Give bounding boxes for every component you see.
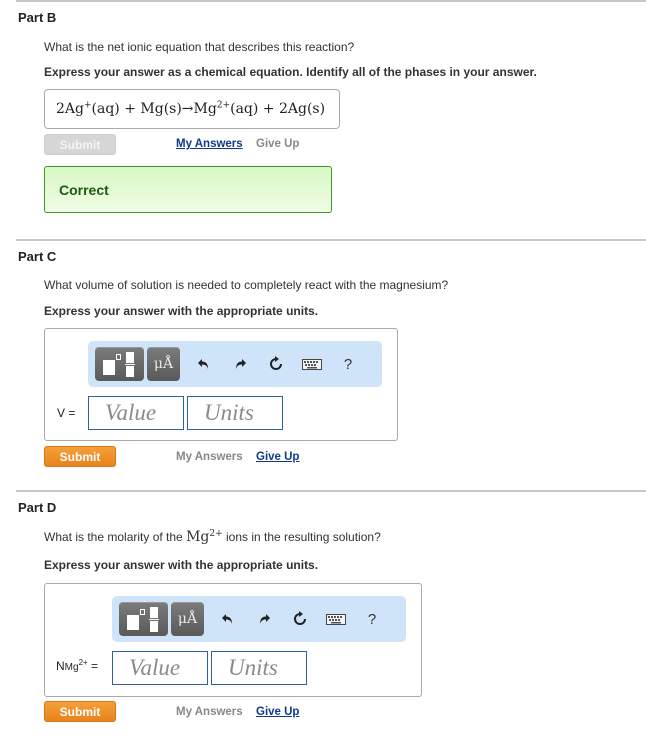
part-c-instruction: Express your answer with the appropriate…	[44, 304, 319, 318]
part-d-my-answers-link: My Answers	[176, 706, 243, 718]
value-input[interactable]: Value	[112, 651, 208, 685]
part-d-toolbar: μÅ ?	[112, 596, 406, 642]
part-b-instruction: Express your answer as a chemical equati…	[44, 65, 537, 79]
correct-feedback: Correct	[44, 166, 332, 213]
part-b-give-up-link: Give Up	[256, 138, 300, 150]
divider	[16, 0, 646, 2]
reset-icon	[270, 356, 282, 370]
undo-icon	[222, 614, 232, 624]
units-button[interactable]: μÅ	[147, 347, 180, 381]
reset-button[interactable]	[258, 356, 294, 372]
part-b-my-answers-link[interactable]: My Answers	[176, 138, 243, 150]
part-c-submit-button[interactable]: Submit	[44, 446, 116, 467]
part-c-my-answers-link: My Answers	[176, 451, 243, 463]
feedback-text: Correct	[59, 181, 109, 198]
part-b-submit-button[interactable]: Submit	[44, 134, 116, 155]
units-button[interactable]: μÅ	[171, 602, 204, 636]
keyboard-button[interactable]	[318, 613, 354, 625]
keyboard-icon	[326, 613, 346, 625]
templates-button[interactable]	[95, 347, 144, 381]
part-b-answer-field[interactable]: 2Ag+(aq) + Mg(s)→Mg2+(aq) + 2Ag(s)	[44, 89, 340, 129]
redo-button[interactable]	[246, 612, 282, 626]
undo-icon	[198, 359, 208, 369]
help-button[interactable]: ?	[354, 611, 390, 628]
redo-icon	[236, 359, 246, 369]
part-c-toolbar: μÅ ?	[88, 341, 382, 387]
part-c-answer-panel: μÅ ? V = Value Units	[44, 328, 398, 441]
part-c-question: What volume of solution is needed to com…	[44, 278, 449, 292]
units-input[interactable]: Units	[211, 651, 307, 685]
variable-label: NMg2+ =	[56, 658, 99, 674]
part-d-question: What is the molarity of the Mg2+ ions in…	[44, 529, 381, 545]
templates-button[interactable]	[119, 602, 168, 636]
part-c-title: Part C	[18, 249, 57, 264]
part-d-give-up-link[interactable]: Give Up	[256, 706, 299, 718]
divider	[16, 490, 646, 492]
reset-button[interactable]	[282, 611, 318, 627]
part-b-question: What is the net ionic equation that desc…	[44, 40, 355, 54]
help-button[interactable]: ?	[330, 356, 366, 373]
variable-label: V =	[57, 406, 76, 420]
reset-icon	[294, 611, 306, 625]
part-b-title: Part B	[18, 10, 57, 25]
answer-text: 2Ag+(aq) + Mg(s)→Mg2+(aq) + 2Ag(s)	[56, 100, 326, 117]
units-input[interactable]: Units	[187, 396, 283, 430]
divider	[16, 239, 646, 241]
part-d-instruction: Express your answer with the appropriate…	[44, 558, 319, 572]
value-input[interactable]: Value	[88, 396, 184, 430]
part-d-title: Part D	[18, 500, 57, 515]
keyboard-button[interactable]	[294, 358, 330, 370]
undo-button[interactable]	[186, 357, 222, 371]
undo-button[interactable]	[210, 612, 246, 626]
part-d-submit-button[interactable]: Submit	[44, 701, 116, 722]
redo-button[interactable]	[222, 357, 258, 371]
part-c-give-up-link[interactable]: Give Up	[256, 451, 299, 463]
keyboard-icon	[302, 358, 322, 370]
part-d-answer-panel: μÅ ? NMg2+ = Value Units	[44, 583, 422, 697]
redo-icon	[260, 614, 270, 624]
